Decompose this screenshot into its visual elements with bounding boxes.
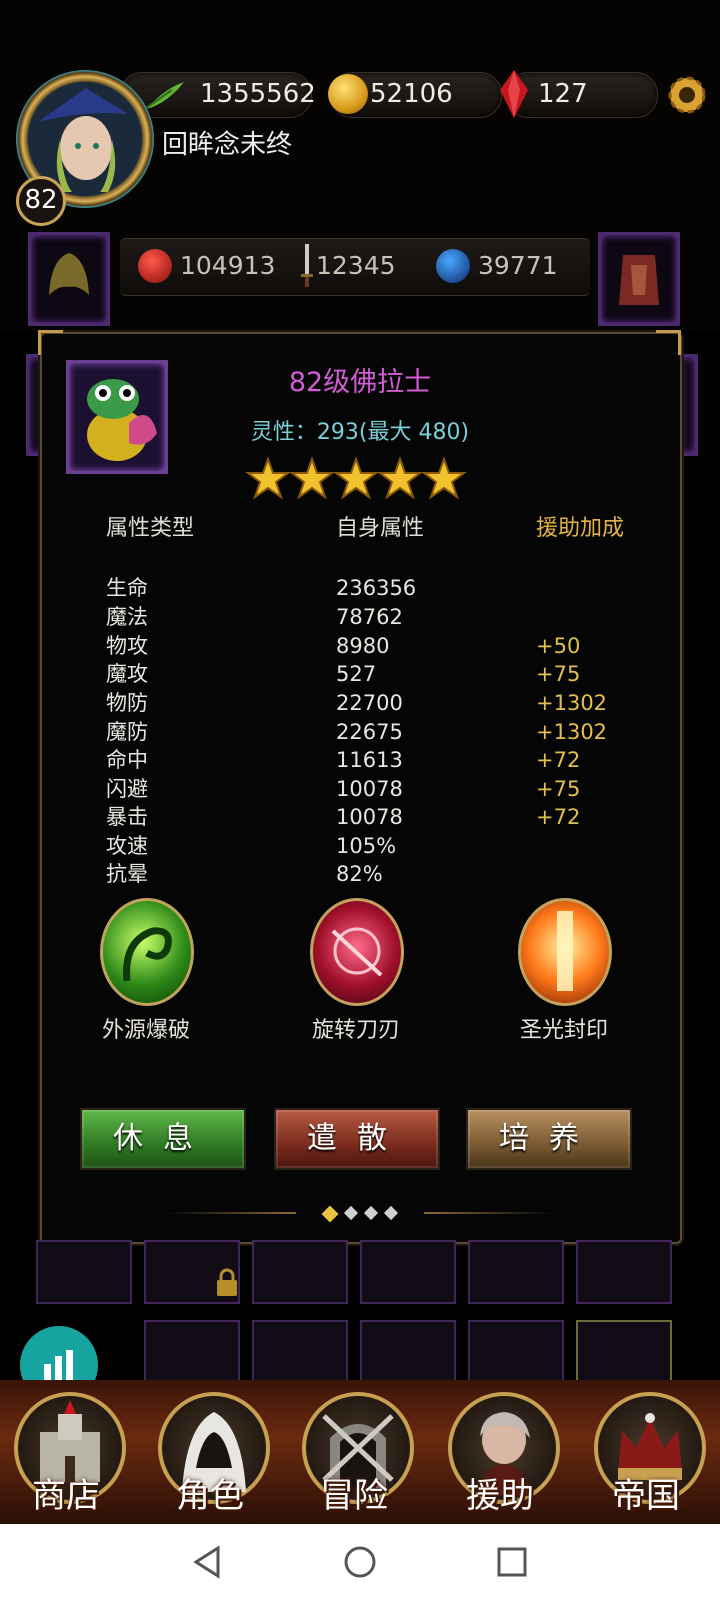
nav-adventure-label[interactable]: 冒险 xyxy=(294,1468,414,1517)
attr-self: 10078 xyxy=(336,777,403,801)
attr-self: 78762 xyxy=(336,605,403,629)
inventory-slot[interactable] xyxy=(360,1240,456,1304)
header-self-attr: 自身属性 xyxy=(336,516,425,541)
attr-label: 生命 xyxy=(106,576,148,600)
attr-self: 527 xyxy=(336,662,377,686)
attr-label: 命中 xyxy=(106,748,148,772)
panel-corner-tl xyxy=(38,330,63,355)
nav-character-label[interactable]: 角色 xyxy=(150,1468,270,1517)
attr-label: 攻速 xyxy=(106,834,148,858)
green-serpent-skill-icon[interactable] xyxy=(100,898,194,1006)
attr-bonus: +1302 xyxy=(536,720,608,744)
gem-value: 127 xyxy=(538,79,588,109)
header-attr-type: 属性类型 xyxy=(106,516,195,541)
attr-label: 魔防 xyxy=(106,720,148,744)
attr-self: 10078 xyxy=(336,805,403,829)
recents-icon[interactable] xyxy=(496,1546,528,1578)
mana-orb-icon xyxy=(436,249,470,283)
hero-portrait xyxy=(66,360,168,474)
attr-bonus: +72 xyxy=(536,805,581,829)
hero-spirit: 灵性：293(最大 480) xyxy=(250,420,470,445)
attr-self: 11613 xyxy=(336,748,403,772)
home-icon[interactable] xyxy=(342,1544,378,1580)
attr-label: 魔攻 xyxy=(106,662,148,686)
attr-label: 暴击 xyxy=(106,805,148,829)
hp-orb-icon xyxy=(138,249,172,283)
red-gem-icon xyxy=(498,68,530,120)
player-level-badge: 82 xyxy=(16,176,66,226)
attr-label: 物攻 xyxy=(106,634,148,658)
sword-icon xyxy=(300,244,314,288)
skill-name: 外源爆破 xyxy=(101,1018,190,1043)
hp-value: 104913 xyxy=(180,251,276,280)
attack-value: 12345 xyxy=(316,251,396,280)
gold-value: 52106 xyxy=(370,79,453,109)
dismiss-button[interactable]: 遣散 xyxy=(274,1108,440,1170)
spinning-blade-skill-icon[interactable] xyxy=(310,898,404,1006)
inventory-slot[interactable] xyxy=(576,1240,672,1304)
attr-self: 22700 xyxy=(336,691,403,715)
attr-bonus: +50 xyxy=(536,634,581,658)
holy-seal-skill-icon[interactable] xyxy=(518,898,612,1006)
back-icon[interactable] xyxy=(190,1544,226,1580)
attr-self: 8980 xyxy=(336,634,390,658)
header-support-bonus: 援助加成 xyxy=(536,516,625,541)
star-rating xyxy=(244,455,484,505)
attr-bonus: +1302 xyxy=(536,691,608,715)
inventory-slot[interactable] xyxy=(468,1240,564,1304)
lock-icon xyxy=(214,1268,240,1298)
hero-title: 82级佛拉士 xyxy=(288,367,432,398)
nav-support-label[interactable]: 援助 xyxy=(440,1468,560,1517)
nav-shop-label[interactable]: 商店 xyxy=(6,1468,126,1517)
skill-name: 圣光封印 xyxy=(519,1018,608,1043)
panel-corner-tr xyxy=(656,330,681,355)
attr-label: 魔法 xyxy=(106,605,148,629)
nav-empire-label[interactable]: 帝国 xyxy=(586,1468,706,1517)
attr-label: 物防 xyxy=(106,691,148,715)
armor-slot[interactable] xyxy=(598,232,680,326)
attr-label: 闪避 xyxy=(106,777,148,801)
power-value: 1355562 xyxy=(200,79,316,109)
skill-name: 旋转刀刃 xyxy=(311,1018,400,1043)
page-divider-left xyxy=(166,1212,296,1214)
attr-bonus: +75 xyxy=(536,662,581,686)
settings-gear-icon[interactable] xyxy=(664,72,710,118)
attr-label: 抗晕 xyxy=(106,862,148,886)
player-name: 回眸念未终 xyxy=(162,130,293,160)
attr-self: 82% xyxy=(336,862,383,886)
inventory-slot[interactable] xyxy=(252,1240,348,1304)
gold-coin-icon xyxy=(328,74,368,114)
helmet-slot[interactable] xyxy=(28,232,110,326)
attr-self: 22675 xyxy=(336,720,403,744)
attr-self: 105% xyxy=(336,834,397,858)
mana-value: 39771 xyxy=(478,251,558,280)
star-icon xyxy=(245,456,467,500)
bar-chart-icon xyxy=(44,1350,73,1380)
attr-bonus: +75 xyxy=(536,777,581,801)
attr-self: 236356 xyxy=(336,576,417,600)
rest-button[interactable]: 休息 xyxy=(80,1108,246,1170)
page-divider-right xyxy=(424,1212,554,1214)
attr-bonus: +72 xyxy=(536,748,581,772)
train-button[interactable]: 培养 xyxy=(466,1108,632,1170)
inventory-slot[interactable] xyxy=(36,1240,132,1304)
